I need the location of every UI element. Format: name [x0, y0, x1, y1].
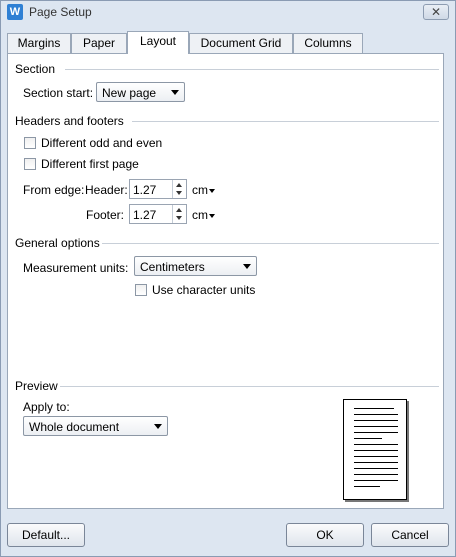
spin-down-icon	[176, 191, 182, 195]
preview-line	[354, 414, 398, 415]
section-heading: Section	[15, 62, 56, 76]
general-options-divider	[102, 243, 439, 244]
tab-paper[interactable]: Paper	[71, 33, 127, 53]
spin-up-icon	[176, 183, 182, 187]
close-button[interactable]: ✕	[423, 4, 449, 20]
cancel-button[interactable]: Cancel	[371, 523, 449, 547]
tab-columns[interactable]: Columns	[293, 33, 363, 53]
measurement-units-select[interactable]: Centimeters	[134, 256, 257, 276]
apply-to-value: Whole document	[29, 420, 120, 434]
header-unit-label: cm	[192, 183, 208, 197]
header-distance-input[interactable]: 1.27	[129, 179, 187, 199]
section-start-value: New page	[102, 86, 157, 100]
section-divider	[65, 69, 439, 70]
section-start-label: Section start:	[23, 86, 94, 100]
first-page-label: Different first page	[41, 157, 139, 171]
ok-button[interactable]: OK	[286, 523, 364, 547]
character-units-checkbox[interactable]	[135, 284, 147, 296]
preview-line	[354, 438, 382, 439]
preview-divider	[60, 386, 439, 387]
page-setup-dialog: W Page Setup ✕ Margins Paper Layout Docu…	[0, 0, 456, 557]
preview-line	[354, 426, 398, 427]
header-spinner[interactable]	[172, 180, 186, 198]
preview-line	[354, 462, 398, 463]
measurement-units-value: Centimeters	[140, 260, 205, 274]
preview-line	[354, 432, 398, 433]
tab-margins[interactable]: Margins	[7, 33, 71, 53]
footer-distance-value: 1.27	[133, 208, 157, 222]
header-label: Header:	[85, 183, 128, 197]
tab-document-grid[interactable]: Document Grid	[189, 33, 293, 53]
wps-writer-icon: W	[7, 4, 23, 20]
caret-down-icon	[209, 213, 215, 218]
measurement-units-label: Measurement units:	[23, 261, 129, 275]
odd-even-label: Different odd and even	[41, 136, 163, 150]
character-units-label: Use character units	[152, 283, 256, 297]
page-preview	[343, 399, 407, 500]
chevron-down-icon	[243, 264, 251, 269]
caret-down-icon	[209, 188, 215, 193]
apply-to-label: Apply to:	[23, 400, 70, 414]
preview-line	[354, 468, 398, 469]
dialog-title: Page Setup	[29, 5, 92, 19]
footer-distance-input[interactable]: 1.27	[129, 204, 187, 224]
close-icon: ✕	[430, 5, 442, 19]
spin-up-icon	[176, 208, 182, 212]
headers-footers-divider	[132, 121, 439, 122]
footer-spinner[interactable]	[172, 205, 186, 223]
footer-unit-label: cm	[192, 208, 208, 222]
preview-line	[354, 474, 398, 475]
header-unit-dropdown[interactable]: cm	[192, 183, 215, 197]
footer-unit-dropdown[interactable]: cm	[192, 208, 215, 222]
preview-line	[354, 408, 394, 409]
title-bar: W Page Setup ✕	[1, 1, 455, 25]
preview-line	[354, 450, 398, 451]
default-button[interactable]: Default...	[7, 523, 85, 547]
first-page-checkbox[interactable]	[24, 158, 36, 170]
apply-to-select[interactable]: Whole document	[23, 416, 168, 436]
general-options-heading: General options	[15, 236, 100, 250]
chevron-down-icon	[171, 90, 179, 95]
odd-even-checkbox[interactable]	[24, 137, 36, 149]
preview-line	[354, 444, 398, 445]
preview-line	[354, 456, 398, 457]
header-distance-value: 1.27	[133, 183, 157, 197]
preview-line	[354, 486, 380, 487]
preview-line	[354, 420, 398, 421]
preview-line	[354, 480, 398, 481]
footer-label: Footer:	[86, 208, 125, 222]
tab-layout[interactable]: Layout	[127, 31, 189, 54]
from-edge-label: From edge:	[23, 183, 85, 197]
headers-footers-heading: Headers and footers	[15, 114, 124, 128]
section-start-select[interactable]: New page	[96, 82, 185, 102]
spin-down-icon	[176, 216, 182, 220]
chevron-down-icon	[154, 424, 162, 429]
preview-heading: Preview	[15, 379, 58, 393]
